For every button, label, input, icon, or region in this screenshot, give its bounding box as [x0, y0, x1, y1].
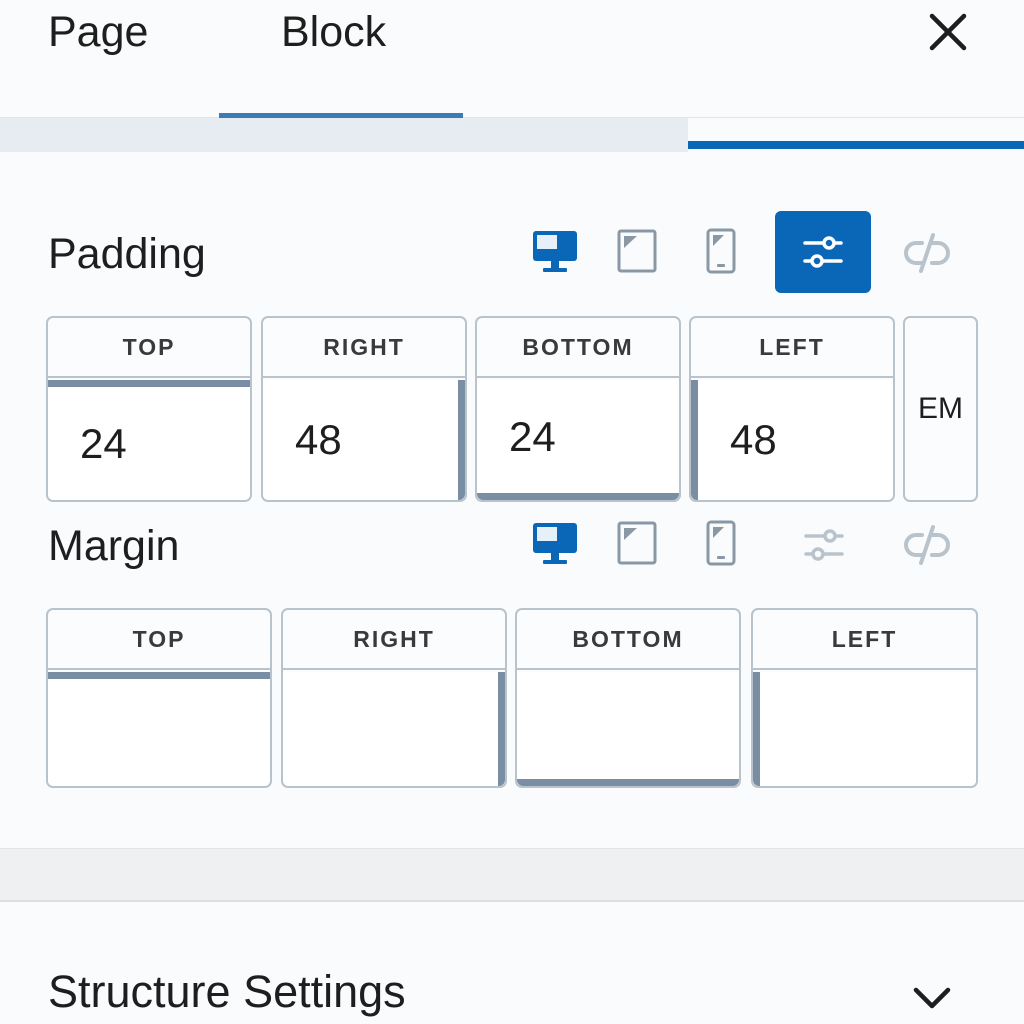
margin-bottom-label: BOTTOM: [517, 610, 739, 670]
unlink-icon: [904, 233, 950, 273]
padding-right-box: RIGHT 48: [261, 316, 467, 502]
sliders-icon: [803, 236, 843, 268]
margin-top-box: TOP: [46, 608, 272, 788]
padding-link-button[interactable]: [902, 228, 952, 278]
chevron-down-icon: [913, 987, 951, 1009]
padding-top-label: TOP: [48, 318, 250, 378]
subtab-general[interactable]: [0, 118, 688, 152]
sliders-icon: [804, 529, 844, 561]
padding-top-box: TOP 24: [46, 316, 252, 502]
sub-tabs: [0, 118, 1024, 152]
margin-right-box: RIGHT: [281, 608, 507, 788]
subtab-active-indicator: [688, 141, 1024, 149]
padding-top-input[interactable]: 24: [48, 380, 250, 500]
padding-bottom-label: BOTTOM: [477, 318, 679, 378]
close-button[interactable]: [926, 10, 970, 54]
padding-label: Padding: [48, 230, 206, 278]
padding-bottom-box: BOTTOM 24: [475, 316, 681, 502]
unlink-icon: [904, 525, 950, 565]
margin-left-box: LEFT: [751, 608, 978, 788]
margin-bottom-input[interactable]: [517, 672, 739, 786]
margin-left-input[interactable]: [753, 672, 976, 786]
mobile-icon: [706, 520, 736, 566]
padding-bottom-input[interactable]: 24: [477, 380, 679, 500]
tablet-icon: [617, 521, 657, 565]
margin-link-button[interactable]: [902, 520, 952, 570]
close-icon: [929, 13, 967, 51]
margin-mobile-button[interactable]: [696, 518, 746, 568]
sidebar-header: Page Block: [0, 0, 1024, 118]
margin-bottom-box: BOTTOM: [515, 608, 741, 788]
margin-custom-values-button[interactable]: [799, 520, 849, 570]
desktop-icon: [533, 523, 577, 564]
margin-top-label: TOP: [48, 610, 270, 670]
padding-desktop-button[interactable]: [530, 226, 580, 276]
padding-right-input[interactable]: 48: [263, 380, 465, 500]
margin-label: Margin: [48, 522, 180, 570]
structure-settings-toggle[interactable]: [906, 972, 958, 1024]
padding-left-label: LEFT: [691, 318, 893, 378]
structure-settings-title[interactable]: Structure Settings: [48, 966, 406, 1018]
section-divider: [0, 848, 1024, 902]
mobile-icon: [706, 228, 736, 274]
padding-left-input[interactable]: 48: [691, 380, 893, 500]
padding-unit-selector[interactable]: EM: [903, 316, 978, 502]
padding-left-box: LEFT 48: [689, 316, 895, 502]
margin-desktop-button[interactable]: [530, 518, 580, 568]
margin-right-label: RIGHT: [283, 610, 505, 670]
margin-top-input[interactable]: [48, 672, 270, 786]
padding-mobile-button[interactable]: [696, 226, 746, 276]
padding-right-label: RIGHT: [263, 318, 465, 378]
margin-right-input[interactable]: [283, 672, 505, 786]
padding-tablet-button[interactable]: [612, 226, 662, 276]
margin-tablet-button[interactable]: [612, 518, 662, 568]
margin-left-label: LEFT: [753, 610, 976, 670]
padding-custom-values-button[interactable]: [775, 211, 871, 293]
desktop-icon: [533, 231, 577, 272]
tab-page[interactable]: Page: [48, 8, 148, 57]
tablet-icon: [617, 229, 657, 273]
tab-block[interactable]: Block: [281, 8, 386, 57]
